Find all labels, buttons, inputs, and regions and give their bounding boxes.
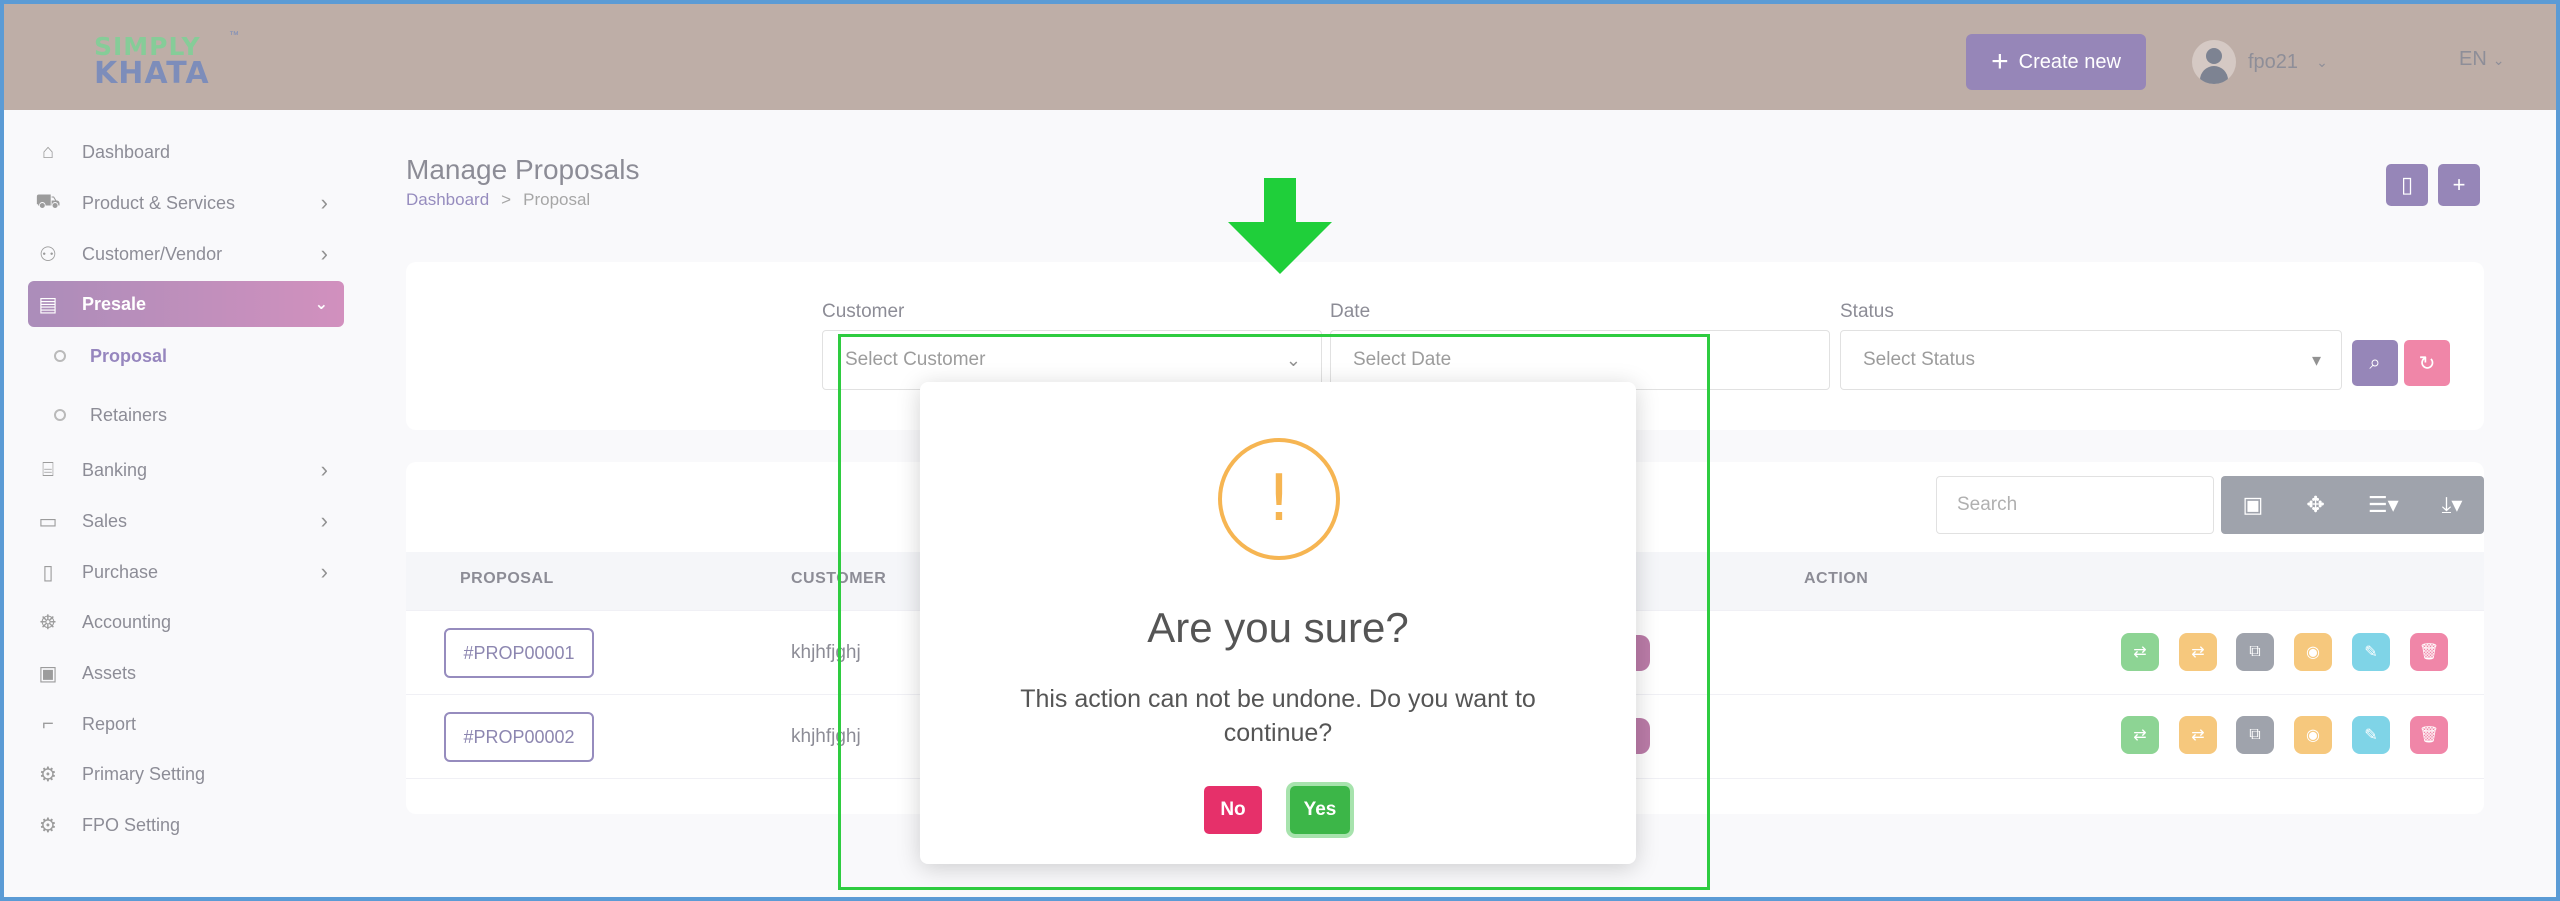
no-button[interactable]: No <box>1204 786 1262 834</box>
yes-button[interactable]: Yes <box>1290 786 1350 834</box>
warning-icon: ! <box>1218 438 1340 560</box>
confirm-dialog: ! Are you sure? This action can not be u… <box>920 382 1636 864</box>
arrow-down-indicator-icon <box>1228 178 1332 274</box>
dialog-message: This action can not be undone. Do you wa… <box>1020 685 1536 747</box>
dialog-title: Are you sure? <box>1147 604 1409 651</box>
